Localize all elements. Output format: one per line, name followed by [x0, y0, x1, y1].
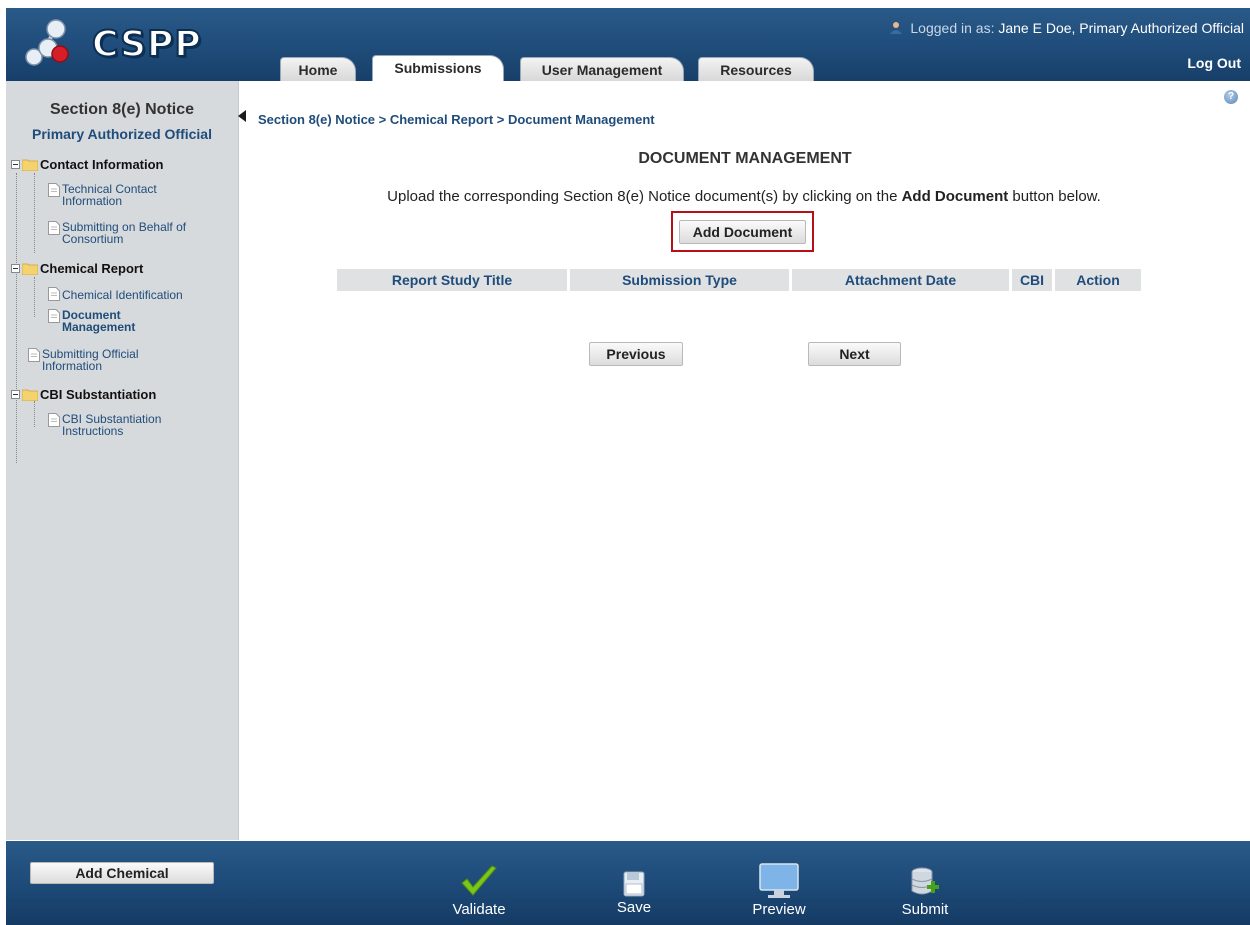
tree-label-line: Management: [62, 320, 136, 334]
tree-item-document-management[interactable]: Document Management: [48, 309, 135, 333]
tree-item-submitting-official-information[interactable]: Submitting Official Information: [28, 348, 139, 372]
submit-label: Submit: [901, 901, 949, 918]
user-name: Jane E Doe, Primary Authorized Official: [998, 20, 1244, 36]
tree-item-technical-contact-information[interactable]: Technical Contact Information: [48, 183, 157, 207]
logged-in-status: Logged in as: Jane E Doe, Primary Author…: [889, 20, 1244, 36]
save-label: Save: [616, 899, 652, 916]
floppy-disk-icon: [623, 871, 645, 897]
app-header: CSPP Logged in as: Jane E Doe, Primary A…: [6, 8, 1250, 81]
tree-line: [34, 401, 35, 427]
tab-home[interactable]: Home: [280, 57, 356, 81]
tab-user-management[interactable]: User Management: [520, 57, 684, 81]
logo-text: CSPP: [91, 23, 202, 66]
collapse-toggle-icon[interactable]: [11, 390, 20, 399]
tree-line: [16, 173, 17, 463]
document-icon: [48, 221, 60, 235]
submit-button[interactable]: Submit: [895, 867, 955, 918]
previous-button[interactable]: Previous: [589, 342, 683, 366]
document-icon: [48, 183, 60, 197]
document-icon: [48, 287, 60, 301]
user-icon: [889, 22, 902, 34]
instructions-post: button below.: [1008, 188, 1101, 205]
column-header-report-study-title[interactable]: Report Study Title: [337, 269, 567, 291]
next-button[interactable]: Next: [808, 342, 901, 366]
sidebar: Section 8(e) Notice Primary Authorized O…: [6, 81, 239, 840]
document-icon: [28, 348, 40, 362]
add-chemical-button[interactable]: Add Chemical: [30, 862, 214, 884]
help-icon[interactable]: ?: [1224, 90, 1238, 104]
document-icon: [48, 309, 60, 323]
folder-icon: [22, 263, 38, 275]
instructions-pre: Upload the corresponding Section 8(e) No…: [387, 188, 902, 205]
tree-folder-cbi-substantiation[interactable]: CBI Substantiation: [11, 387, 156, 402]
column-header-submission-type[interactable]: Submission Type: [570, 269, 789, 291]
validate-button[interactable]: Validate: [444, 865, 514, 918]
tree-item-chemical-identification[interactable]: Chemical Identification: [48, 287, 183, 301]
add-document-highlight: Add Document: [671, 211, 814, 252]
document-table-header: Report Study Title Submission Type Attac…: [337, 269, 1155, 291]
column-header-action[interactable]: Action: [1055, 269, 1141, 291]
tree-label-line: Information: [62, 194, 123, 208]
instructions-bold: Add Document: [901, 188, 1009, 205]
monitor-icon: [759, 863, 799, 898]
cspp-logo[interactable]: CSPP: [25, 19, 212, 72]
page-title: DOCUMENT MANAGEMENT: [638, 150, 852, 167]
tree-item-submitting-on-behalf-of-consortium[interactable]: Submitting on Behalf of Consortium: [48, 221, 186, 245]
footer-toolbar: Add Chemical Validate Save Preview Submi…: [6, 841, 1250, 925]
preview-button[interactable]: Preview: [739, 863, 819, 918]
tab-resources[interactable]: Resources: [698, 57, 814, 81]
tree-label: Chemical Report: [40, 261, 144, 276]
sidebar-title: Section 8(e) Notice: [49, 101, 195, 118]
add-document-button[interactable]: Add Document: [679, 220, 806, 244]
tree-line: [34, 173, 35, 253]
tree-label-line: Consortium: [62, 232, 124, 246]
breadcrumb[interactable]: Section 8(e) Notice > Chemical Report > …: [258, 112, 655, 127]
molecule-icon: [25, 19, 69, 66]
preview-label: Preview: [752, 901, 806, 918]
checkmark-icon: [461, 865, 497, 896]
save-button[interactable]: Save: [604, 871, 664, 916]
folder-icon: [22, 389, 38, 401]
tree-label-line: Instructions: [62, 424, 124, 438]
database-add-icon: [911, 867, 939, 895]
column-header-attachment-date[interactable]: Attachment Date: [792, 269, 1009, 291]
instructions-text: Upload the corresponding Section 8(e) No…: [244, 188, 1244, 205]
sidebar-collapse-arrow-icon[interactable]: [238, 110, 246, 122]
tree-label: Chemical Identification: [62, 288, 183, 302]
tree-label-line: Information: [42, 359, 103, 373]
tab-submissions[interactable]: Submissions: [372, 55, 504, 81]
logout-link[interactable]: Log Out: [1187, 55, 1241, 71]
sidebar-subtitle: Primary Authorized Official: [32, 126, 212, 142]
validate-label: Validate: [452, 901, 506, 918]
tree-item-cbi-substantiation-instructions[interactable]: CBI Substantiation Instructions: [48, 413, 161, 437]
collapse-toggle-icon[interactable]: [11, 264, 20, 273]
document-icon: [48, 413, 60, 427]
tree-folder-chemical-report[interactable]: Chemical Report: [11, 261, 143, 276]
logged-in-label: Logged in as:: [910, 20, 995, 36]
tree-label: CBI Substantiation: [40, 387, 157, 402]
tree-line: [34, 277, 35, 317]
column-header-cbi[interactable]: CBI: [1012, 269, 1052, 291]
